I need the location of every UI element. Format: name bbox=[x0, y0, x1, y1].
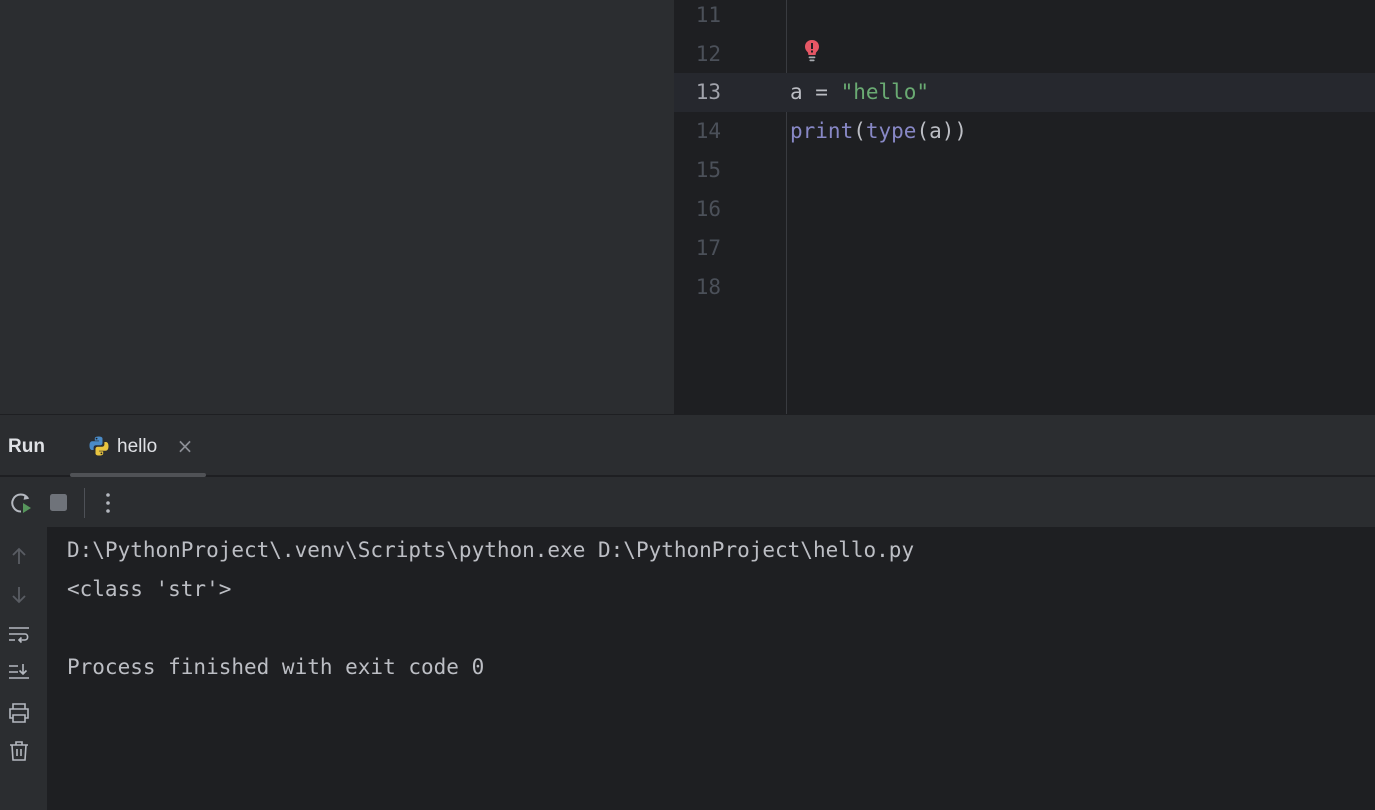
code-line[interactable]: 17 bbox=[674, 229, 1375, 268]
line-number: 16 bbox=[695, 197, 721, 221]
code-line[interactable]: 16 bbox=[674, 190, 1375, 229]
line-number: 18 bbox=[695, 275, 721, 299]
project-panel bbox=[0, 0, 674, 414]
python-icon bbox=[89, 436, 109, 456]
close-icon[interactable]: × bbox=[175, 436, 195, 456]
code-line[interactable]: 15 bbox=[674, 151, 1375, 190]
line-number: 12 bbox=[695, 42, 721, 66]
code-token: ( bbox=[853, 119, 866, 143]
run-tab-hello[interactable]: hello × bbox=[70, 415, 206, 477]
rerun-icon[interactable] bbox=[8, 490, 34, 516]
code-token-string: "hello" bbox=[840, 80, 930, 104]
more-vertical-icon[interactable] bbox=[95, 490, 121, 516]
code-line[interactable]: 18 bbox=[674, 268, 1375, 307]
scroll-up-icon[interactable] bbox=[7, 544, 31, 568]
code-token-builtin: print bbox=[790, 119, 854, 143]
code-line-current[interactable]: 13 a = "hello" bbox=[674, 73, 1375, 112]
console-line: <class 'str'> bbox=[67, 577, 232, 601]
console-line: Process finished with exit code 0 bbox=[67, 655, 485, 679]
run-tab-label: hello bbox=[117, 436, 158, 457]
line-number: 17 bbox=[695, 236, 721, 260]
line-number: 13 bbox=[695, 80, 721, 104]
code-text: a = "hello" bbox=[790, 73, 929, 112]
line-number: 14 bbox=[695, 119, 721, 143]
code-token-builtin: type bbox=[865, 119, 917, 143]
run-toolbar bbox=[0, 477, 1375, 527]
scroll-down-icon[interactable] bbox=[7, 583, 31, 607]
code-line[interactable]: 14 print(type(a)) bbox=[674, 112, 1375, 151]
line-number: 11 bbox=[695, 3, 721, 27]
run-side-toolbar bbox=[0, 527, 47, 810]
scroll-to-end-icon[interactable] bbox=[7, 661, 31, 685]
line-number: 15 bbox=[695, 158, 721, 182]
toolbar-separator bbox=[84, 488, 85, 518]
run-title: Run bbox=[8, 436, 45, 457]
soft-wrap-icon[interactable] bbox=[7, 623, 31, 647]
error-lightbulb-icon[interactable] bbox=[803, 38, 821, 64]
console-line: D:\PythonProject\.venv\Scripts\python.ex… bbox=[67, 538, 915, 562]
trash-icon[interactable] bbox=[7, 739, 31, 763]
code-token: a = bbox=[790, 80, 841, 104]
code-text: print(type(a)) bbox=[790, 112, 967, 151]
print-icon[interactable] bbox=[7, 701, 31, 725]
top-area: 11 12 13 a = "hello" 14 print(type(a)) 1… bbox=[0, 0, 1375, 414]
code-token: (a)) bbox=[916, 119, 968, 143]
code-line[interactable]: 12 bbox=[674, 35, 1375, 74]
code-line[interactable]: 11 bbox=[674, 0, 1375, 35]
stop-icon[interactable] bbox=[46, 490, 72, 516]
run-tool-window-header: Run hello × bbox=[0, 414, 1375, 477]
console-output[interactable]: D:\PythonProject\.venv\Scripts\python.ex… bbox=[47, 527, 1375, 810]
